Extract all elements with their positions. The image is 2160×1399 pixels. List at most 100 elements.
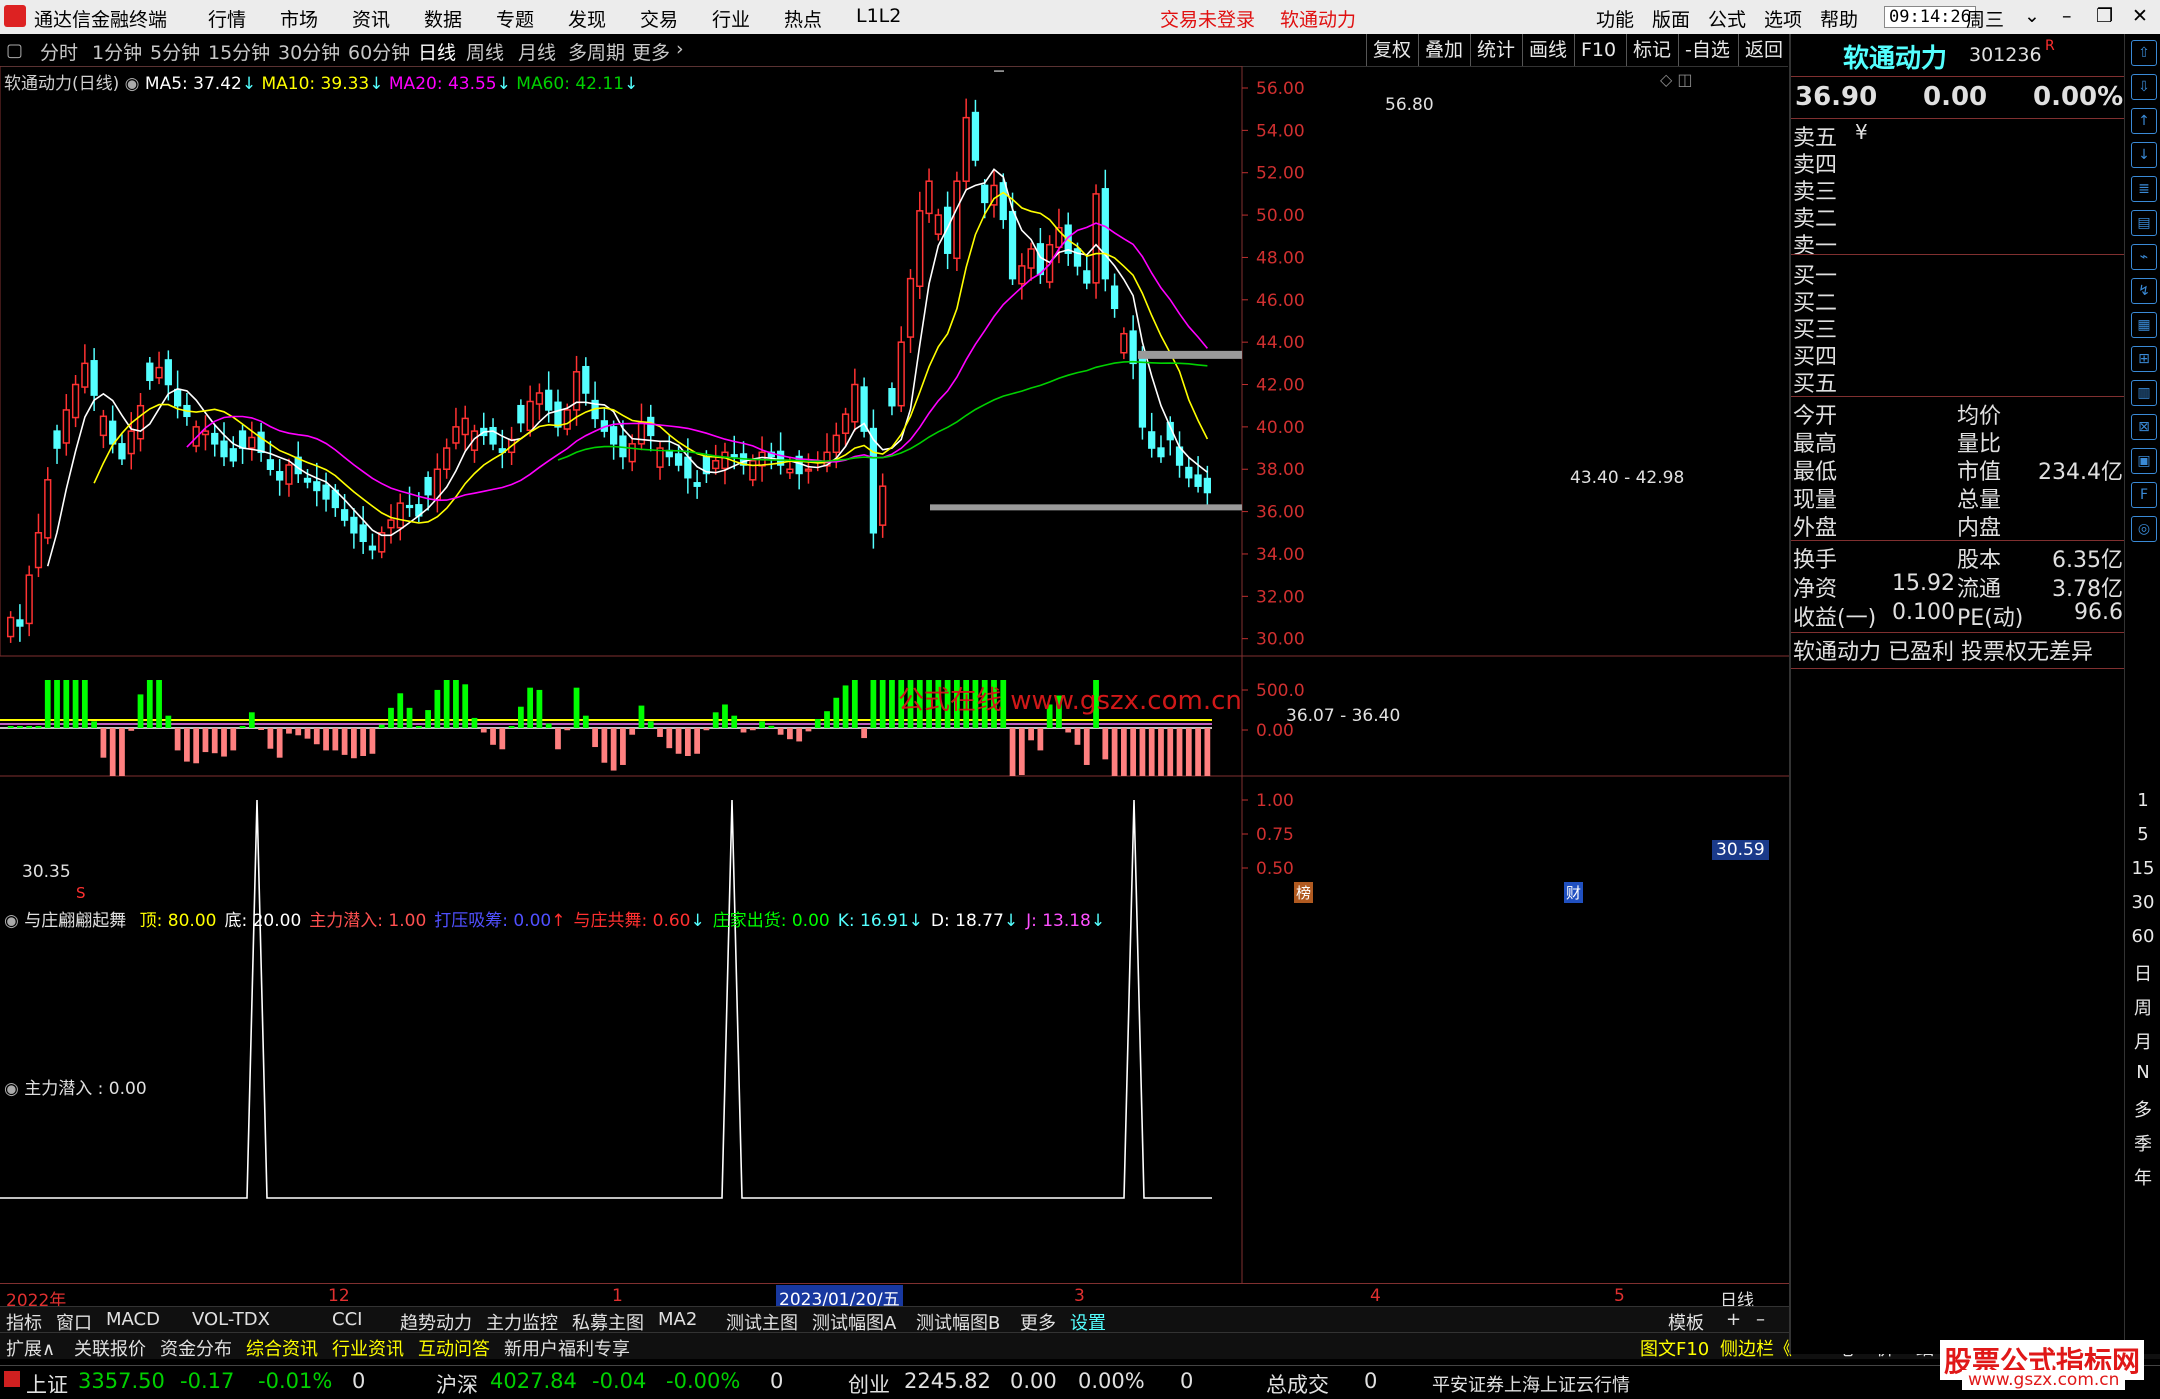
maximize-icon[interactable]: ❐ — [2096, 5, 2113, 27]
menu-layout[interactable]: 版面 — [1652, 5, 1690, 32]
candle-body — [563, 409, 571, 430]
period-tab-5min[interactable]: 5分钟 — [150, 38, 200, 65]
high-price-label: 56.80 — [1385, 95, 1434, 115]
period-tab-60min[interactable]: 60分钟 — [348, 38, 410, 65]
period-tab-15min[interactable]: 15分钟 — [208, 38, 270, 65]
period-tab-multi[interactable]: 多周期 — [568, 38, 625, 65]
side-tool-icon-6[interactable]: ⌁ — [2131, 244, 2157, 270]
period-tab-more[interactable]: 更多 — [632, 38, 670, 65]
period-shortcut-11[interactable]: 年 — [2125, 1164, 2160, 1190]
side-tool-icon-7[interactable]: ↯ — [2131, 278, 2157, 304]
side-icon-strip: ⇧ ⇩ ↑ ↓ ≣ ▤ ⌁ ↯ ▦ ⊞ ▥ ⊠ ▣ F ◎ 1 5 15 30 60 日周月 N 多季年 — [2124, 34, 2160, 1354]
side-tool-icon-5[interactable]: ▤ — [2131, 210, 2157, 236]
side-tool-icon-0[interactable]: ⇧ — [2131, 40, 2157, 66]
period-shortcut-7[interactable]: 月 — [2125, 1028, 2160, 1054]
close-icon[interactable]: ✕ — [2132, 5, 2148, 27]
period-tab-weekly[interactable]: 周线 — [466, 38, 504, 65]
menu-discover[interactable]: 发现 — [568, 5, 606, 32]
template-control-1[interactable]: + — [1726, 1309, 1741, 1330]
indicator1-item: 与庄共舞: 0.60 — [573, 911, 691, 931]
candle-body — [313, 481, 321, 492]
template-control-2[interactable]: – — [1756, 1309, 1765, 1330]
period-shortcut-10[interactable]: 季 — [2125, 1130, 2160, 1156]
side-tab-0[interactable]: 图文F10 — [1640, 1335, 1709, 1361]
extension-tab-3[interactable]: 综合资讯 — [246, 1335, 318, 1361]
side-tool-icon-3[interactable]: ↓ — [2131, 142, 2157, 168]
side-tool-icon-4[interactable]: ≣ — [2131, 176, 2157, 202]
period-shortcut-1[interactable]: 5 — [2125, 824, 2160, 845]
side-tab-1[interactable]: 侧边栏《 — [1720, 1335, 1792, 1361]
menu-market-quote[interactable]: 行情 — [208, 5, 246, 32]
period-shortcut-5[interactable]: 日 — [2125, 960, 2160, 986]
mark-button[interactable]: 标记 — [1626, 34, 1677, 66]
period-tab-daily[interactable]: 日线 — [418, 38, 456, 65]
menu-news[interactable]: 资讯 — [352, 5, 390, 32]
extension-tab-0[interactable]: 扩展∧ — [6, 1335, 55, 1361]
period-shortcut-9[interactable]: 多 — [2125, 1096, 2160, 1122]
indicator1-bar — [202, 728, 209, 753]
back-button[interactable]: 返回 — [1738, 34, 1789, 66]
indicator-tab-8[interactable]: MA2 — [658, 1309, 697, 1330]
side-tool-icon-11[interactable]: ⊠ — [2131, 414, 2157, 440]
stats-button[interactable]: 统计 — [1470, 34, 1521, 66]
side-tool-icon-1[interactable]: ⇩ — [2131, 74, 2157, 100]
marker-bang[interactable]: 榜 — [1294, 882, 1314, 903]
extension-tab-5[interactable]: 互动问答 — [418, 1335, 490, 1361]
side-tool-icon-2[interactable]: ↑ — [2131, 108, 2157, 134]
menu-help[interactable]: 帮助 — [1820, 5, 1858, 32]
menu-function[interactable]: 功能 — [1596, 5, 1634, 32]
indicator1-bar — [555, 728, 561, 750]
side-tool-icon-8[interactable]: ▦ — [2131, 312, 2157, 338]
remove-watchlist-button[interactable]: -自选 — [1678, 34, 1736, 66]
period-menu-icon[interactable]: ▢ — [6, 40, 23, 61]
menu-options[interactable]: 选项 — [1764, 5, 1802, 32]
legend-toggle-icon[interactable]: ◉ — [125, 74, 140, 94]
extension-tab-2[interactable]: 资金分布 — [160, 1335, 232, 1361]
period-tab-monthly[interactable]: 月线 — [518, 38, 556, 65]
menu-formula[interactable]: 公式 — [1708, 5, 1746, 32]
f10-button[interactable]: F10 — [1574, 34, 1622, 66]
period-shortcut-4[interactable]: 60 — [2125, 926, 2160, 947]
period-shortcut-0[interactable]: 1 — [2125, 790, 2160, 811]
indicator2-toggle-icon[interactable]: ◉ — [4, 1079, 19, 1099]
chart-area[interactable]: 56.00 54.00 52.00 50.00 48.00 46.00 44.00 42.00… — [0, 66, 1789, 1306]
minimize-icon[interactable]: – — [2062, 5, 2072, 27]
extension-tab-4[interactable]: 行业资讯 — [332, 1335, 404, 1361]
indicator-tab-3[interactable]: VOL-TDX — [192, 1309, 270, 1330]
period-shortcut-6[interactable]: 周 — [2125, 994, 2160, 1020]
indicator1-bar — [174, 728, 181, 751]
period-shortcut-3[interactable]: 30 — [2125, 892, 2160, 913]
side-tool-icon-10[interactable]: ▥ — [2131, 380, 2157, 406]
menu-topic[interactable]: 专题 — [496, 5, 534, 32]
indicator-tab-2[interactable]: MACD — [106, 1309, 160, 1330]
menu-hot[interactable]: 热点 — [784, 5, 822, 32]
indicator1-toggle-icon[interactable]: ◉ — [4, 911, 19, 931]
candle-body — [1092, 193, 1100, 284]
adjust-button[interactable]: 复权 — [1366, 34, 1417, 66]
extension-tab-1[interactable]: 关联报价 — [74, 1335, 146, 1361]
extension-tab-6[interactable]: 新用户福利专享 — [504, 1335, 630, 1361]
indicator-tab-4[interactable]: CCI — [332, 1309, 362, 1330]
draw-line-button[interactable]: 画线 — [1522, 34, 1573, 66]
marker-cai[interactable]: 财 — [1564, 882, 1584, 903]
menu-trade[interactable]: 交易 — [640, 5, 678, 32]
menu-market[interactable]: 市场 — [280, 5, 318, 32]
side-tool-icon-14[interactable]: ◎ — [2131, 516, 2157, 542]
period-shortcut-8[interactable]: N — [2125, 1062, 2160, 1083]
y-tick-label: 40.00 — [1256, 418, 1305, 438]
menu-data[interactable]: 数据 — [424, 5, 462, 32]
side-tool-icon-13[interactable]: F — [2131, 482, 2157, 508]
overlay-button[interactable]: 叠加 — [1418, 34, 1469, 66]
menu-l1l2[interactable]: L1L2 — [856, 5, 901, 27]
side-tool-icon-9[interactable]: ⊞ — [2131, 346, 2157, 372]
period-tab-30min[interactable]: 30分钟 — [278, 38, 340, 65]
chart-option-icons[interactable]: ◇ ◫ — [1660, 70, 1693, 89]
dropdown-icon[interactable]: ⌄ — [2024, 5, 2040, 27]
side-tool-icon-12[interactable]: ▣ — [2131, 448, 2157, 474]
menu-industry[interactable]: 行业 — [712, 5, 750, 32]
chevron-right-icon[interactable]: › — [676, 38, 684, 60]
period-shortcut-2[interactable]: 15 — [2125, 858, 2160, 879]
trade-login-status[interactable]: 交易未登录 — [1160, 5, 1255, 32]
period-tab-intraday[interactable]: 分时 — [40, 38, 78, 65]
period-tab-1min[interactable]: 1分钟 — [92, 38, 142, 65]
